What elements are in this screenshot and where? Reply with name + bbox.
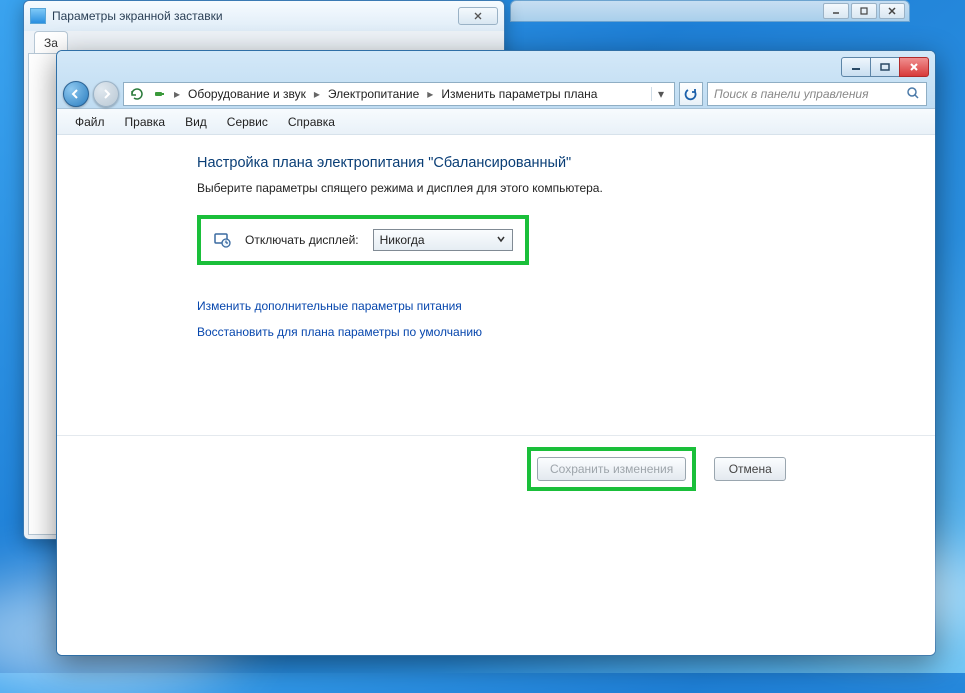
highlight-turn-off-display: Отключать дисплей: Никогда [197, 215, 529, 265]
power-plan-settings-window: ▸ Оборудование и звук ▸ Электропитание ▸… [56, 50, 936, 656]
save-button-label: Сохранить изменения [550, 462, 673, 476]
address-dropdown[interactable]: ▾ [651, 87, 670, 101]
menu-file[interactable]: Файл [65, 111, 115, 133]
highlight-save-button: Сохранить изменения [527, 447, 696, 491]
link-restore-defaults[interactable]: Восстановить для плана параметры по умол… [197, 325, 935, 339]
refresh-button[interactable] [679, 82, 703, 106]
page-heading: Настройка плана электропитания "Сбаланси… [197, 155, 935, 171]
menu-bar: Файл Правка Вид Сервис Справка [57, 109, 935, 135]
cancel-button[interactable]: Отмена [714, 457, 786, 481]
turn-off-display-label: Отключать дисплей: [245, 233, 359, 247]
search-placeholder: Поиск в панели управления [714, 87, 869, 101]
bg2-minimize-button[interactable] [823, 3, 849, 19]
breadcrumb-power[interactable]: Электропитание [326, 87, 421, 101]
page-subheading: Выберите параметры спящего режима и дисп… [197, 181, 935, 195]
menu-help[interactable]: Справка [278, 111, 345, 133]
address-bar[interactable]: ▸ Оборудование и звук ▸ Электропитание ▸… [123, 82, 675, 106]
search-icon [906, 86, 920, 103]
bg2-close-button[interactable] [879, 3, 905, 19]
background-window-frame [510, 0, 910, 22]
breadcrumb-edit-plan[interactable]: Изменить параметры плана [439, 87, 599, 101]
cancel-button-label: Отмена [729, 462, 772, 476]
save-button[interactable]: Сохранить изменения [537, 457, 686, 481]
minimize-button[interactable] [841, 57, 871, 77]
maximize-button[interactable] [870, 57, 900, 77]
close-button[interactable] [899, 57, 929, 77]
display-timer-icon [213, 231, 231, 249]
search-input[interactable]: Поиск в панели управления [707, 82, 927, 106]
link-advanced-settings[interactable]: Изменить дополнительные параметры питани… [197, 299, 935, 313]
chevron-right-icon: ▸ [425, 87, 435, 101]
content-area: Настройка плана электропитания "Сбаланси… [57, 135, 935, 655]
turn-off-display-dropdown[interactable]: Никогда [373, 229, 513, 251]
turn-off-display-value: Никогда [380, 233, 425, 247]
menu-service[interactable]: Сервис [217, 111, 278, 133]
nav-back-button[interactable] [63, 81, 89, 107]
menu-view[interactable]: Вид [175, 111, 217, 133]
nav-forward-button[interactable] [93, 81, 119, 107]
screensaver-window-title: Параметры экранной заставки [52, 9, 223, 23]
chevron-right-icon: ▸ [312, 87, 322, 101]
recent-icon [128, 86, 146, 102]
chevron-right-icon: ▸ [172, 87, 182, 101]
chevron-down-icon [496, 233, 506, 247]
power-icon [150, 86, 168, 102]
screensaver-icon [30, 8, 46, 24]
menu-edit[interactable]: Правка [115, 111, 176, 133]
screensaver-close-button[interactable] [458, 7, 498, 25]
breadcrumb-hardware[interactable]: Оборудование и звук [186, 87, 308, 101]
bg2-maximize-button[interactable] [851, 3, 877, 19]
separator [57, 435, 935, 436]
